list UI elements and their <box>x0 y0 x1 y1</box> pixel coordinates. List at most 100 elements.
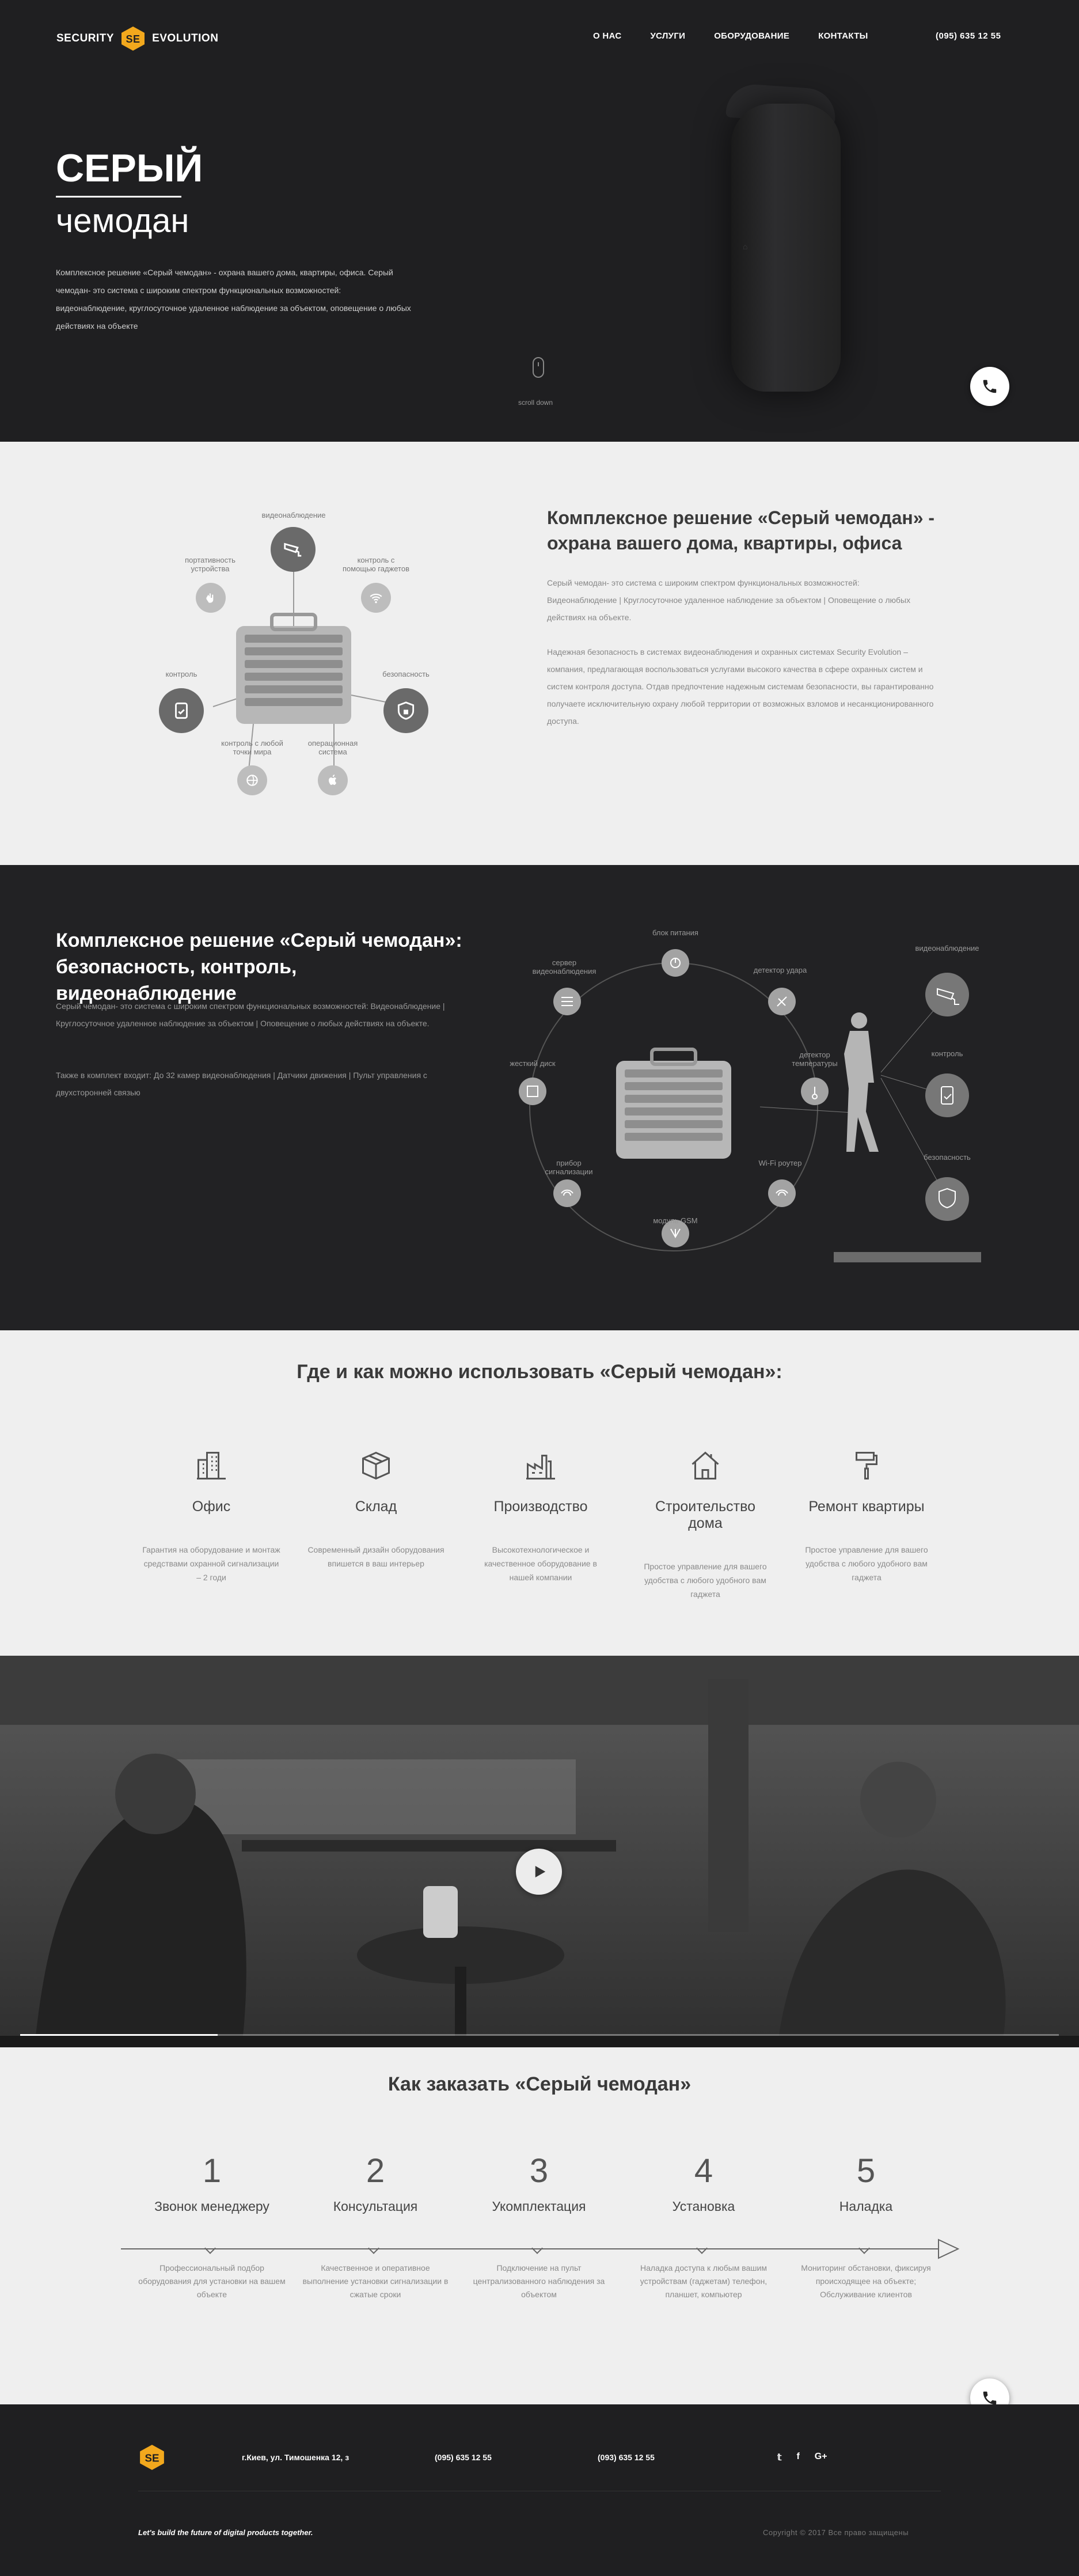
s3-paragraph-1: Серый чемодан- это система с широким спе… <box>56 1001 445 1028</box>
video-play-button[interactable] <box>516 1849 562 1895</box>
usage-desc: Простое управление для вашего удобства с… <box>805 1545 928 1582</box>
chevron-down-icon <box>858 2243 870 2254</box>
step-1: 1 Звонок менеджеру Профессиональный подб… <box>137 2154 287 2301</box>
svg-text:SE: SE <box>126 33 140 45</box>
step-number: 3 <box>529 2152 549 2190</box>
solution-section: видеонаблюдение портативность устройства… <box>0 442 1079 865</box>
video-section[interactable] <box>0 1656 1079 2047</box>
step-number: 5 <box>856 2152 876 2190</box>
logo-text-right: EVOLUTION <box>152 32 219 44</box>
person-figure <box>844 1012 879 1152</box>
footer-phone-1[interactable]: (095) 635 12 55 <box>435 2453 492 2462</box>
step-desc: Подключение на пульт централизованного н… <box>473 2263 605 2299</box>
device-image: ⌂ <box>731 104 841 392</box>
usage-section: Где и как можно использовать «Серый чемо… <box>0 1330 1079 1656</box>
chevron-down-icon <box>204 2243 216 2254</box>
label-server: сервер видеонаблюдения <box>532 958 597 976</box>
usage-desc: Высокотехнологическое и качественное обо… <box>484 1545 597 1582</box>
apple-icon <box>329 775 336 785</box>
mouse-icon <box>533 357 544 378</box>
anywhere-circle <box>237 765 267 795</box>
step-title: Наладка <box>839 2199 893 2214</box>
label-alarm: прибор сигнализации <box>545 1159 593 1176</box>
hero-section: SECURITY SE EVOLUTION О НАС УСЛУГИ ОБОРУ… <box>0 0 1079 442</box>
step-title: Консультация <box>333 2199 418 2214</box>
globe-icon <box>246 775 258 786</box>
usage-title: Производство <box>493 1498 588 1515</box>
hand-icon <box>206 593 214 603</box>
hero-title-divider <box>56 196 181 198</box>
nav-item-services[interactable]: УСЛУГИ <box>650 31 685 41</box>
factory-icon <box>526 1455 555 1479</box>
label-video-right: видеонаблюдение <box>915 944 979 953</box>
step-number: 2 <box>366 2152 385 2190</box>
usage-desc: Простое управление для вашего удобства с… <box>644 1562 767 1599</box>
step-number: 4 <box>694 2152 713 2190</box>
scroll-down[interactable]: scroll down <box>518 357 556 407</box>
step-desc: Качественное и оперативное выполнение ус… <box>302 2263 449 2299</box>
usage-card-production: Производство Высокотехнологическое и кач… <box>472 1446 610 1584</box>
house-icon <box>692 1451 719 1479</box>
usage-title: Ремонт квартиры <box>808 1498 925 1515</box>
footer-logo-icon[interactable]: SE <box>138 2444 166 2471</box>
hero-title: СЕРЫЙ <box>56 146 203 190</box>
footer-copyright: Copyright © 2017 Все право защищены <box>763 2528 909 2537</box>
step-5: 5 Наладка Мониторинг обстановки, фиксиру… <box>791 2154 941 2301</box>
main-nav: О НАС УСЛУГИ ОБОРУДОВАНИЕ КОНТАКТЫ <box>593 31 868 41</box>
label-control-right: контроль <box>931 1049 963 1058</box>
step-3: 3 Укомплектация Подключение на пульт цен… <box>464 2154 614 2301</box>
step-4: 4 Установка Наладка доступа к любым ваши… <box>629 2154 778 2301</box>
usage-title: Склад <box>355 1498 397 1515</box>
label-wifi: Wi-Fi роутер <box>758 1159 802 1167</box>
logo[interactable]: SECURITY SE EVOLUTION <box>56 25 218 52</box>
call-button[interactable] <box>970 367 1009 406</box>
twitter-icon[interactable]: 𝕥 <box>777 2452 781 2463</box>
hero-description: Комплексное решение «Серый чемодан» - ох… <box>56 268 411 331</box>
step-2: 2 Консультация Качественное и оперативно… <box>301 2154 450 2301</box>
header-phone[interactable]: (095) 635 12 55 <box>936 31 1001 41</box>
nav-item-equipment[interactable]: ОБОРУДОВАНИЕ <box>714 31 789 41</box>
label-gsm: модуль GSM <box>653 1216 698 1225</box>
usage-desc: Гарантия на оборудование и монтаж средст… <box>142 1545 280 1582</box>
chevron-down-icon <box>368 2243 379 2254</box>
label-video: видеонаблюдение <box>261 511 326 519</box>
suitcase-icon <box>616 1048 731 1159</box>
security-circle <box>383 688 428 733</box>
footer-phone-2[interactable]: (093) 635 12 55 <box>598 2453 655 2462</box>
phone-icon <box>983 380 997 393</box>
hero-subtitle: чемодан <box>56 202 189 240</box>
logo-text-left: SECURITY <box>56 32 115 44</box>
usage-card-office: Офис Гарантия на оборудование и монтаж с… <box>142 1446 280 1584</box>
device-mark-icon: ⌂ <box>743 242 749 251</box>
control-icon <box>175 702 188 719</box>
label-os: операционная система <box>307 739 358 756</box>
nav-item-about[interactable]: О НАС <box>593 31 621 41</box>
s3-title: Комплексное решение «Серый чемодан»: без… <box>56 930 462 1004</box>
play-icon <box>535 1866 546 1877</box>
control-circle <box>159 688 204 733</box>
step-number: 1 <box>202 2152 222 2190</box>
footer: SE г.Киев, ул. Тимошенка 12, з (095) 635… <box>0 2404 1079 2576</box>
box-icon <box>362 1451 390 1480</box>
order-section: Как заказать «Серый чемодан» 1 Звонок ме… <box>0 2047 1079 2418</box>
label-control: контроль <box>165 670 197 678</box>
usage-card-warehouse: Склад Современный дизайн оборудования вп… <box>307 1446 445 1570</box>
facebook-icon[interactable]: f <box>796 2452 799 2463</box>
svg-text:SE: SE <box>145 2452 159 2464</box>
usage-card-house: Строительство дома Простое управление дл… <box>636 1446 774 1601</box>
nav-item-contacts[interactable]: КОНТАКТЫ <box>818 31 868 41</box>
label-temp: детектор температуры <box>792 1050 838 1068</box>
step-title: Звонок менеджеру <box>154 2199 269 2214</box>
label-security-right: безопасность <box>924 1153 971 1162</box>
label-anywhere: контроль с любой точки мира <box>221 739 283 756</box>
usage-card-renovation: Ремонт квартиры Простое управление для в… <box>797 1446 936 1584</box>
s2-paragraph-2: Надежная безопасность в системах видеона… <box>547 647 934 726</box>
video-progress-track[interactable] <box>20 2034 1059 2036</box>
step-title: Укомплектация <box>492 2199 586 2214</box>
chevron-down-icon <box>696 2243 708 2254</box>
video-progress-fill <box>20 2034 218 2036</box>
video-circle <box>271 527 316 572</box>
google-plus-icon[interactable]: G+ <box>815 2452 827 2463</box>
label-hdd: жесткий диск <box>510 1059 556 1068</box>
kit-section: Комплексное решение «Серый чемодан»: без… <box>0 865 1079 1330</box>
